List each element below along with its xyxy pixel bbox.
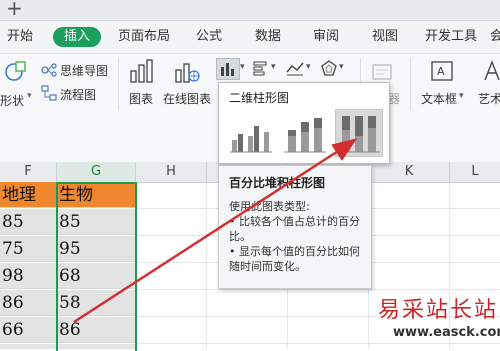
clustered-column-option[interactable]	[227, 109, 275, 157]
flowchart-icon[interactable]	[41, 85, 57, 101]
column-header-g[interactable]: G	[57, 162, 136, 184]
online-chart-button[interactable]: 在线图表	[163, 90, 211, 107]
menu-bar: 开始 插入 页面布局 公式 数据 审阅 视图 开发工具 会	[0, 21, 500, 54]
tab-home[interactable]: 开始	[7, 28, 33, 46]
cell-f2[interactable]: 75	[0, 236, 57, 262]
column-chart-dropdown[interactable]	[216, 58, 240, 80]
wordart-button[interactable]: 艺术	[478, 90, 500, 107]
chart-button[interactable]: 图表	[129, 90, 153, 107]
stacked-column-thumbnail	[284, 118, 326, 153]
grid-line	[136, 289, 500, 290]
online-chart-icon[interactable]	[173, 58, 201, 84]
column-header-h[interactable]: H	[136, 162, 207, 183]
radar-chart-icon[interactable]	[320, 59, 338, 77]
percent-stacked-column-thumbnail	[338, 116, 380, 153]
title-strip: +	[0, 0, 500, 21]
tooltip-title: 百分比堆积柱形图	[229, 176, 326, 190]
tab-review[interactable]: 审阅	[313, 28, 339, 46]
chart-type-tooltip: 百分比堆积柱形图 使用此图表类型: • 比较各个值占总计的百分比。 • 显示每个…	[218, 165, 372, 289]
ribbon-divider	[410, 58, 411, 110]
textbox-icon[interactable]: A	[430, 60, 454, 82]
mindmap-button[interactable]: 思维导图	[60, 62, 108, 79]
mindmap-icon[interactable]	[41, 62, 57, 78]
new-tab-button[interactable]: +	[6, 0, 23, 19]
line-chart-icon[interactable]	[285, 60, 305, 76]
chart-type-dropdown: 二维柱形图	[218, 82, 390, 164]
bar-chart-icon[interactable]	[252, 60, 270, 76]
chevron-down-icon[interactable]: ▾	[27, 91, 32, 101]
chart-icon[interactable]	[129, 58, 155, 84]
wordart-icon[interactable]	[483, 60, 500, 82]
screenshot-icon[interactable]	[371, 62, 393, 82]
watermark-url: www.easck.com	[393, 325, 500, 340]
flowchart-button[interactable]: 流程图	[60, 86, 96, 103]
chevron-down-icon[interactable]: ▾	[240, 62, 245, 72]
clustered-column-thumbnail	[230, 126, 272, 153]
textbox-button[interactable]: 文本框	[421, 90, 457, 107]
selection-border	[56, 182, 137, 351]
dropdown-title: 二维柱形图	[229, 91, 290, 105]
tab-data[interactable]: 数据	[255, 28, 281, 46]
tab-insert[interactable]: 插入	[53, 27, 102, 47]
cell-f3[interactable]: 98	[0, 263, 57, 289]
ribbon-divider	[118, 58, 119, 110]
tooltip-body: 使用此图表类型: • 比较各个值占总计的百分比。 • 显示每个值的百分比如何随时…	[229, 200, 360, 273]
chevron-down-icon[interactable]: ▾	[271, 62, 276, 72]
cell-f6[interactable]	[0, 344, 57, 349]
tab-developer[interactable]: 开发工具	[425, 28, 477, 46]
cell-f5[interactable]: 66	[0, 317, 57, 343]
chevron-down-icon[interactable]: ▾	[459, 91, 464, 101]
stacked-column-option[interactable]	[281, 109, 329, 157]
column-header-l[interactable]: L	[450, 162, 500, 183]
chevron-down-icon[interactable]: ▾	[306, 62, 311, 72]
column-header-f[interactable]: F	[0, 162, 57, 183]
shapes-label[interactable]: 形状	[0, 92, 24, 109]
cell-f4[interactable]: 86	[0, 290, 57, 316]
grid-line	[136, 343, 500, 344]
chevron-down-icon[interactable]: ▾	[339, 62, 344, 72]
watermark-text: 易采站长站	[378, 298, 499, 323]
svg-text:A: A	[437, 65, 445, 78]
column-header-k[interactable]: K	[369, 162, 450, 183]
column-chart-icon	[221, 63, 234, 76]
tab-view[interactable]: 视图	[372, 28, 398, 46]
tab-formulas[interactable]: 公式	[196, 28, 222, 46]
percent-stacked-column-option[interactable]	[335, 109, 383, 157]
cell-header-f[interactable]: 地理	[0, 182, 57, 208]
tab-member[interactable]: 会	[490, 28, 500, 46]
cell-f1[interactable]: 85	[0, 209, 57, 235]
tab-page-layout[interactable]: 页面布局	[118, 28, 170, 46]
shapes-icon[interactable]	[2, 60, 28, 82]
